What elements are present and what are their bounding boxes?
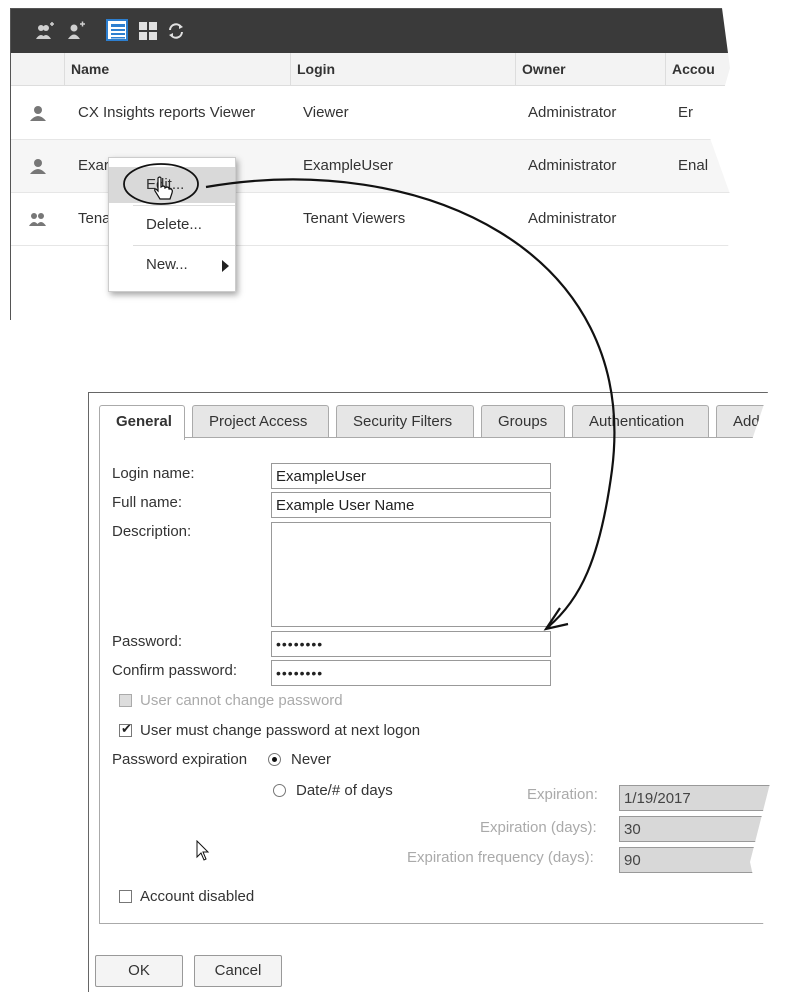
expiration-never-label: Never	[291, 751, 332, 768]
radio-selected-dot	[272, 757, 277, 762]
menu-divider	[133, 245, 235, 246]
pointer-cursor-icon	[196, 840, 210, 861]
checkmark-icon: ✔	[121, 721, 132, 736]
user-editor-dialog: General Project Access Security Filters …	[88, 392, 778, 992]
expiration-date-label: Date/# of days	[296, 782, 393, 799]
group-icon	[29, 211, 47, 227]
expiration-never-radio[interactable]	[268, 753, 281, 766]
tab-security-filters[interactable]: Security Filters	[336, 405, 474, 437]
row-account: Enal	[678, 157, 709, 174]
table-header: Name Login Owner Accou	[11, 53, 735, 86]
grid-view-icon[interactable]	[138, 21, 158, 41]
row-account: Er	[678, 104, 693, 121]
row-name: Tena	[78, 210, 111, 227]
row-owner: Administrator	[528, 104, 617, 121]
expiration-days-label: Expiration (days):	[480, 819, 597, 836]
row-name: CX Insights reports Viewer	[78, 104, 256, 121]
full-name-field[interactable]	[271, 492, 551, 518]
column-header-name[interactable]: Name	[64, 53, 290, 85]
add-group-icon[interactable]	[35, 21, 55, 41]
full-name-label: Full name:	[112, 494, 183, 511]
must-change-password-label: User must change password at next logon	[140, 722, 421, 739]
confirm-password-field[interactable]: ••••••••	[271, 660, 551, 686]
details-view-icon[interactable]	[106, 19, 128, 41]
expiration-days-field[interactable]: 30	[619, 816, 778, 842]
tab-groups[interactable]: Groups	[481, 405, 565, 437]
expiration-date-field[interactable]: 1/19/2017	[619, 785, 778, 811]
tab-project-access[interactable]: Project Access	[192, 405, 329, 437]
ok-button[interactable]: OK	[95, 955, 183, 987]
toolbar	[11, 9, 735, 53]
refresh-icon[interactable]	[166, 21, 186, 41]
menu-item-delete[interactable]: Delete...	[109, 207, 235, 243]
description-label: Description:	[112, 523, 192, 540]
submenu-arrow-icon	[222, 260, 229, 272]
user-icon	[29, 158, 47, 174]
expiration-frequency-label: Expiration frequency (days):	[407, 849, 594, 866]
add-user-icon[interactable]	[66, 21, 86, 41]
menu-divider	[133, 205, 235, 206]
expiration-frequency-field[interactable]: 90	[619, 847, 778, 873]
row-login: Viewer	[303, 104, 349, 121]
hand-cursor-icon	[154, 176, 173, 200]
tab-general[interactable]: General	[99, 405, 185, 440]
tab-authentication[interactable]: Authentication	[572, 405, 709, 437]
cancel-button[interactable]: Cancel	[194, 955, 282, 987]
confirm-password-label: Confirm password:	[112, 662, 238, 679]
row-owner: Administrator	[528, 157, 617, 174]
must-change-password-checkbox[interactable]: ✔	[119, 721, 132, 737]
expiration-label: Expiration:	[527, 786, 598, 803]
column-header-owner[interactable]: Owner	[515, 53, 665, 85]
menu-item-new[interactable]: New...	[109, 247, 235, 283]
password-label: Password:	[112, 633, 183, 650]
column-header-account[interactable]: Accou	[665, 53, 735, 85]
cannot-change-password-checkbox	[119, 694, 132, 707]
description-field[interactable]	[271, 522, 551, 627]
account-disabled-label: Account disabled	[140, 888, 255, 905]
password-field[interactable]: ••••••••	[271, 631, 551, 657]
table-row[interactable]: CX Insights reports Viewer Viewer Admini…	[11, 87, 735, 140]
tab-additional[interactable]: Addi	[716, 405, 778, 437]
login-name-field[interactable]	[271, 463, 551, 489]
password-expiration-label: Password expiration	[112, 751, 248, 768]
column-header-login[interactable]: Login	[290, 53, 515, 85]
cannot-change-password-label: User cannot change password	[140, 692, 343, 709]
user-icon	[29, 105, 47, 121]
menu-item-new-label: New...	[146, 256, 188, 273]
row-login: ExampleUser	[303, 157, 394, 174]
row-owner: Administrator	[528, 210, 617, 227]
row-login: Tenant Viewers	[303, 210, 406, 227]
expiration-date-radio[interactable]	[273, 784, 286, 797]
account-disabled-checkbox[interactable]	[119, 890, 132, 903]
row-name: Exar	[78, 157, 109, 174]
login-name-label: Login name:	[112, 465, 195, 482]
